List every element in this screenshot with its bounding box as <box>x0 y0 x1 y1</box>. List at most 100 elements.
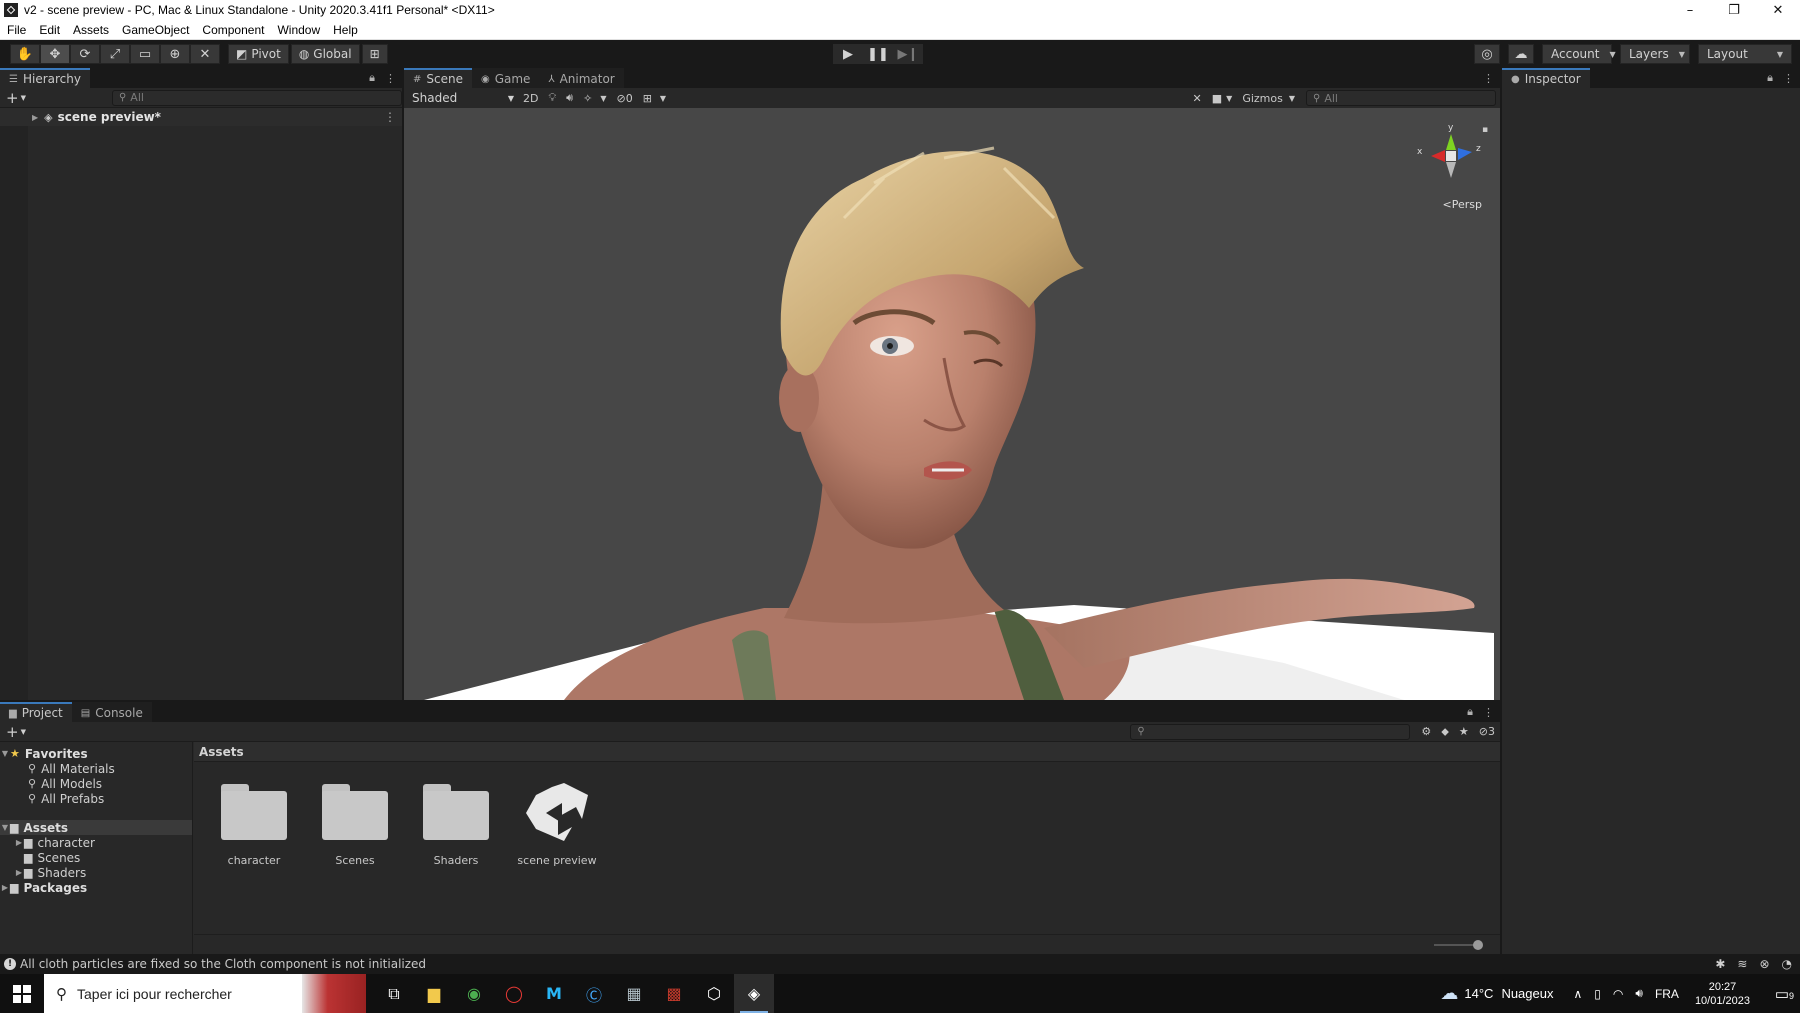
status-message[interactable]: All cloth particles are fixed so the Clo… <box>20 957 426 971</box>
weather-widget[interactable]: ☁ 14°C Nuageux <box>1440 983 1553 1004</box>
archive-app-icon[interactable]: ▩ <box>654 974 694 1013</box>
scene-search-input[interactable]: ⚲ All <box>1306 90 1496 106</box>
step-button[interactable]: ▶❙ <box>893 44 923 64</box>
kebab-menu-icon[interactable]: ⋮ <box>1783 72 1794 85</box>
gizmo-y-cone[interactable] <box>1446 134 1456 150</box>
custom-tool-icon[interactable]: ✕ <box>190 44 220 64</box>
layout-dropdown[interactable]: Layout ▼ <box>1698 44 1792 64</box>
audio-toggle[interactable]: 🔊︎ <box>561 90 578 106</box>
menu-file[interactable]: File <box>7 23 26 37</box>
favorites-filter-button[interactable]: ★ <box>1454 724 1474 740</box>
tab-scene[interactable]: # Scene <box>404 68 472 88</box>
pivot-toggle[interactable]: ◩ Pivot <box>228 44 289 64</box>
task-view-icon[interactable]: ⧉ <box>374 974 414 1013</box>
global-toggle[interactable]: ◍ Global <box>290 44 360 64</box>
hierarchy-item-scene[interactable]: ▶ ◈ scene preview* ⋮ <box>0 108 402 126</box>
tree-all-materials[interactable]: ⚲ All Materials <box>0 761 192 776</box>
lock-icon[interactable]: 🔒︎ <box>1467 705 1473 719</box>
lighting-toggle[interactable]: 💡︎ <box>543 90 561 106</box>
kebab-menu-icon[interactable]: ⋮ <box>1483 706 1494 719</box>
gizmo-neg-y-cone[interactable] <box>1446 162 1456 178</box>
gizmo-center-cube[interactable] <box>1446 151 1456 161</box>
orientation-gizmo[interactable]: y x z ▪ <box>1406 116 1496 206</box>
layers-dropdown[interactable]: Layers ▼ <box>1620 44 1690 64</box>
device-icon[interactable]: ▯ <box>1594 987 1601 1001</box>
lock-icon[interactable]: 🔒︎ <box>369 71 375 85</box>
move-tool-icon[interactable]: ✥ <box>40 44 70 64</box>
asset-scene-preview[interactable]: scene preview <box>513 774 601 867</box>
scene-viewport[interactable]: y x z ▪ <Persp <box>404 108 1500 700</box>
menu-edit[interactable]: Edit <box>39 23 60 37</box>
opera-icon[interactable]: ◯ <box>494 974 534 1013</box>
effects-toggle[interactable]: ✧ ▼ <box>578 90 611 106</box>
bug-icon[interactable]: ✱ <box>1715 957 1725 971</box>
file-explorer-icon[interactable]: ▆ <box>414 974 454 1013</box>
tab-animator[interactable]: ⅄ Animator <box>539 68 624 88</box>
ccleaner-icon[interactable]: Ⓒ <box>574 974 614 1013</box>
gizmo-lock-icon[interactable]: ▪ <box>1482 125 1488 135</box>
notifications-button[interactable]: ▭ 9 <box>1764 985 1800 1003</box>
cache-server-icon[interactable]: ≋ <box>1737 957 1747 971</box>
chevron-up-icon[interactable]: ∧ <box>1573 987 1582 1001</box>
unity-hub-icon[interactable]: ⬡ <box>694 974 734 1013</box>
expand-arrow-icon[interactable]: ▶ <box>14 868 24 877</box>
breadcrumb-assets[interactable]: Assets <box>199 745 244 759</box>
tree-favorites[interactable]: ▼ ★ Favorites <box>0 746 192 761</box>
tab-hierarchy[interactable]: ☰ Hierarchy <box>0 68 90 88</box>
tree-assets[interactable]: ▼ ▆ Assets <box>0 820 192 835</box>
taskbar-search-input[interactable]: ⚲ Taper ici pour rechercher <box>44 974 366 1013</box>
start-button[interactable] <box>0 974 44 1013</box>
create-asset-button[interactable]: + ▼ <box>0 723 32 741</box>
restore-button[interactable]: ❐ <box>1712 0 1756 20</box>
chrome-icon[interactable]: ◉ <box>454 974 494 1013</box>
taskbar-clock[interactable]: 20:27 10/01/2023 <box>1695 980 1750 1008</box>
tree-folder-shaders[interactable]: ▶ ▆ Shaders <box>0 865 192 880</box>
kebab-menu-icon[interactable]: ⋮ <box>385 72 396 85</box>
zoom-slider-thumb[interactable] <box>1472 940 1483 950</box>
search-by-label-button[interactable]: ⬥ <box>1436 724 1454 740</box>
expand-arrow-icon[interactable]: ▼ <box>0 823 10 832</box>
minimize-button[interactable]: – <box>1668 0 1712 20</box>
volume-icon[interactable]: 🔊︎ <box>1635 986 1643 1001</box>
rect-tool-icon[interactable]: ▭ <box>130 44 160 64</box>
tree-packages[interactable]: ▶ ▆ Packages <box>0 880 192 895</box>
tab-console[interactable]: ▤ Console <box>71 702 152 722</box>
close-button[interactable]: ✕ <box>1756 0 1800 20</box>
menu-component[interactable]: Component <box>202 23 264 37</box>
collab-button[interactable]: ◎ <box>1474 44 1500 64</box>
hand-tool-icon[interactable]: ✋ <box>10 44 40 64</box>
menu-gameobject[interactable]: GameObject <box>122 23 189 37</box>
play-button[interactable]: ▶ <box>833 44 863 64</box>
project-search-input[interactable]: ⚲ <box>1130 723 1411 740</box>
asset-folder-character[interactable]: character <box>210 774 298 867</box>
gizmo-z-cone[interactable] <box>1458 148 1472 160</box>
menu-help[interactable]: Help <box>333 23 358 37</box>
lock-icon[interactable]: 🔒︎ <box>1767 71 1773 85</box>
asset-folder-shaders[interactable]: Shaders <box>412 774 500 867</box>
tab-project[interactable]: ▆ Project <box>0 702 72 722</box>
tree-folder-character[interactable]: ▶ ▆ character <box>0 835 192 850</box>
expand-arrow-icon[interactable]: ▶ <box>32 113 38 122</box>
wifi-icon[interactable]: ◠ <box>1613 987 1623 1001</box>
progress-icon[interactable]: ◔ <box>1782 957 1792 971</box>
grid-toggle[interactable]: ⊞ ▼ <box>638 90 671 106</box>
search-by-type-button[interactable]: ⚙ <box>1416 724 1436 740</box>
scale-tool-icon[interactable]: ⤢ <box>100 44 130 64</box>
tree-folder-scenes[interactable]: ▆ Scenes <box>0 850 192 865</box>
file-manager-icon[interactable]: ▦ <box>614 974 654 1013</box>
tab-game[interactable]: ◉ Game <box>471 68 540 88</box>
cloud-button[interactable]: ☁ <box>1508 44 1534 64</box>
shading-mode-dropdown[interactable]: Shaded ▼ <box>408 90 518 106</box>
tab-inspector[interactable]: ● Inspector <box>1502 68 1590 88</box>
language-indicator[interactable]: FRA <box>1655 987 1679 1001</box>
auto-generate-lighting-icon[interactable]: ⊗ <box>1759 957 1769 971</box>
tree-all-prefabs[interactable]: ⚲ All Prefabs <box>0 791 192 806</box>
expand-arrow-icon[interactable]: ▶ <box>0 883 10 892</box>
hierarchy-search-input[interactable]: ⚲ All <box>111 89 402 106</box>
pause-button[interactable]: ❚❚ <box>863 44 893 64</box>
unity-editor-icon[interactable]: ◈ <box>734 974 774 1013</box>
camera-dropdown[interactable]: ■ ▼ <box>1207 90 1238 106</box>
tree-all-models[interactable]: ⚲ All Models <box>0 776 192 791</box>
rotate-tool-icon[interactable]: ⟳ <box>70 44 100 64</box>
kebab-menu-icon[interactable]: ⋮ <box>1483 72 1494 85</box>
